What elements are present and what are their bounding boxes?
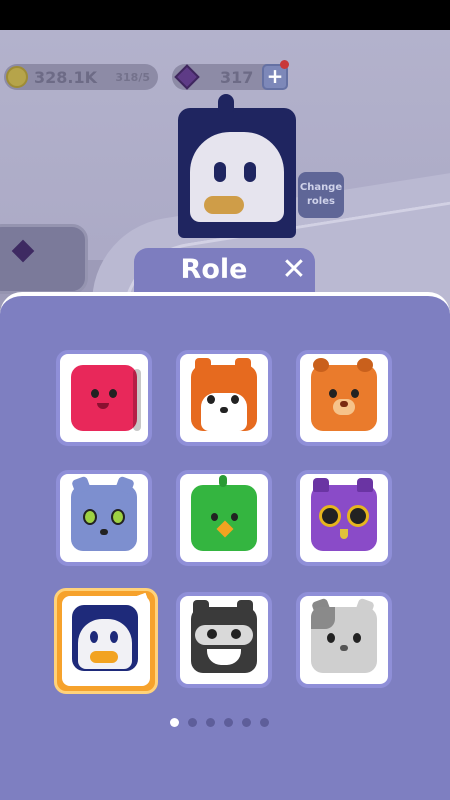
bird-tuft [219,475,227,487]
ear [357,358,373,372]
eye [109,389,117,398]
eye [90,631,98,643]
eye [207,395,215,404]
owl-beak [340,529,348,539]
side-shop-tab[interactable] [0,224,88,294]
gem-value: 317 [220,67,254,87]
owl-character [311,478,377,551]
eye [83,509,97,525]
coin-counter: 328.1K 318/5 [4,64,158,90]
penguin-eye-right [244,162,256,182]
raccoon-mouth [207,649,241,665]
red-jelly-character [71,365,141,431]
close-button[interactable]: ✕ [278,255,310,288]
ear [313,478,329,492]
eye [91,389,99,398]
page-dot-3[interactable] [206,718,215,727]
eye [327,633,335,643]
page-dot-4[interactable] [224,718,233,727]
change-roles-label-2: roles [307,196,335,207]
coin-capacity: 318/5 [115,70,150,84]
change-roles-button[interactable]: Change roles [298,172,344,218]
ear [115,475,135,495]
role-tile-bear[interactable] [296,350,392,446]
bird-beak [216,520,234,538]
eye [231,629,241,639]
penguin-beak [204,196,244,214]
page-dot-2[interactable] [188,718,197,727]
penguin-eye-left [214,162,226,182]
role-tile-grey-cat[interactable] [296,592,392,688]
gem-icon [174,64,200,90]
ear [355,597,375,617]
character-preview [178,94,296,238]
eye [211,513,218,521]
eye [329,389,337,398]
ear [357,478,373,492]
eye [111,509,125,525]
page-dot-1[interactable] [170,718,179,727]
ear [193,600,209,614]
penguin-tuft [218,94,234,112]
cube-side [133,369,141,431]
coin-icon [6,66,28,88]
pagination-dots [170,718,269,727]
grey-cat-character [311,597,377,673]
role-tile-fox[interactable] [176,350,272,446]
role-title: Role [180,254,248,285]
bear-character [311,358,377,431]
eye [110,631,118,643]
nose [340,401,348,407]
raccoon-mask [195,625,253,645]
notification-dot [280,60,289,69]
role-tile-green-bird[interactable] [176,470,272,566]
ear [237,600,253,614]
page-dot-5[interactable] [242,718,251,727]
eye [231,395,239,404]
page-dot-6[interactable] [260,718,269,727]
eye [319,505,341,527]
cat-patch [311,607,335,629]
role-tile-red-jelly[interactable] [56,350,152,446]
nose [220,407,228,413]
role-tile-owl[interactable] [296,470,392,566]
green-bird-character [191,475,257,551]
nose [340,645,348,651]
role-tile-penguin[interactable] [54,588,158,694]
role-tile-blue-cat[interactable] [56,470,152,566]
ear [195,358,211,372]
raccoon-character [191,600,257,673]
fox-character [191,358,257,431]
nose [100,529,108,535]
coin-value: 328.1K [34,67,98,87]
gem-icon [11,239,35,263]
eye [351,389,359,398]
eye [207,629,217,639]
ear [313,358,329,372]
status-bar [0,0,450,30]
blue-cat-character [71,475,137,551]
eye [231,513,238,521]
penguin-beak [90,651,118,663]
ear [235,358,251,372]
eye [347,505,369,527]
eye [353,633,361,643]
penguin-character [72,605,138,671]
mouth [97,403,109,409]
role-tile-raccoon[interactable] [176,592,272,688]
change-roles-label-1: Change [299,182,343,193]
ear [71,475,91,495]
